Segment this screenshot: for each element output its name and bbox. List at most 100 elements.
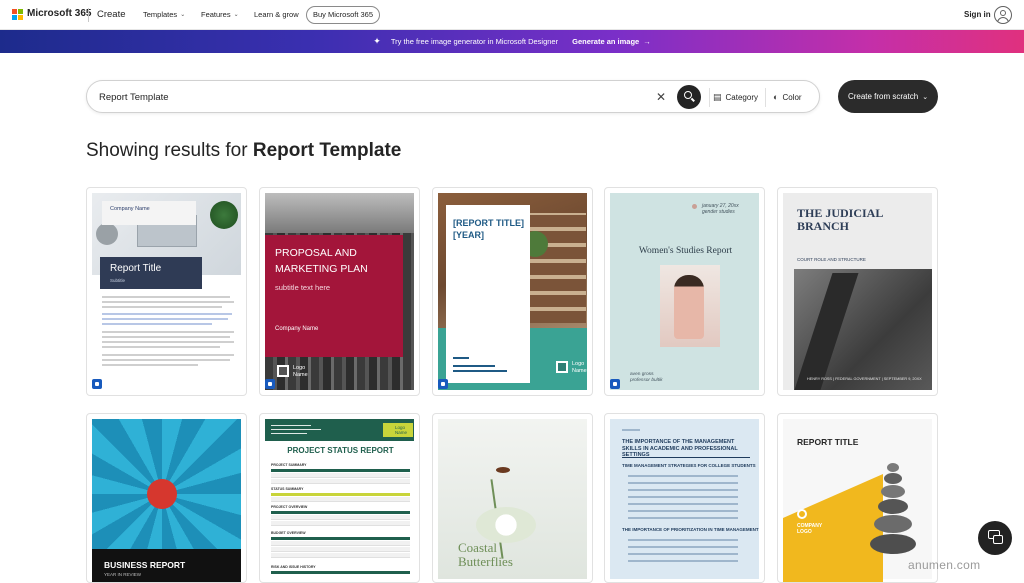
table-row (271, 521, 410, 526)
template-card-proposal-marketing[interactable]: PROPOSAL AND MARKETING PLAN subtitle tex… (259, 187, 420, 396)
section-bar (271, 511, 410, 514)
template-card-business-report[interactable]: BUSINESS REPORT YEAR IN REVIEW (86, 413, 247, 583)
section-bar (271, 469, 410, 472)
template-thumbnail: [REPORT TITLE] [YEAR] Logo Name (438, 193, 587, 390)
text-line (102, 336, 230, 338)
text-line (102, 359, 230, 361)
report-date-block: january 27, 20xx gender studies (702, 203, 739, 215)
template-card-womens-studies[interactable]: january 27, 20xx gender studies Women's … (604, 187, 765, 396)
account-avatar-icon[interactable] (994, 6, 1012, 24)
author-block: aven gross professor bultik (630, 372, 663, 384)
business-report-subtitle: YEAR IN REVIEW (104, 572, 142, 577)
text-line (628, 489, 738, 491)
results-query: Report Template (252, 140, 402, 161)
template-thumbnail: THE JUDICIAL BRANCH COURT ROLE AND STRUC… (783, 193, 932, 390)
search-input[interactable] (99, 90, 639, 105)
site-watermark: anumen.com (908, 558, 981, 572)
sign-in-link[interactable]: Sign in (964, 10, 991, 19)
template-card-management-skills[interactable]: THE IMPORTANCE OF THE MANAGEMENT SKILLS … (604, 413, 765, 583)
text-line (102, 331, 234, 333)
table-row (271, 479, 410, 484)
chevron-down-icon: ⌄ (922, 93, 929, 101)
red-circle-shape (147, 479, 177, 509)
template-card-report-title[interactable]: Company Name Report Title Subtitle (86, 187, 247, 396)
search-button[interactable] (677, 85, 701, 109)
category-icon: ▤ (713, 92, 722, 102)
green-header: Logo Name (265, 419, 414, 441)
template-search-bar: ✕ ▤ Category ◐ Color (86, 80, 820, 113)
text-line (628, 496, 738, 498)
project-overview-label: PROJECT OVERVIEW (271, 505, 308, 509)
table-row (271, 515, 410, 520)
red-title-panel: PROPOSAL AND MARKETING PLAN subtitle tex… (265, 235, 403, 357)
template-card-judicial-branch[interactable]: THE JUDICIAL BRANCH COURT ROLE AND STRUC… (777, 187, 938, 396)
features-menu[interactable]: Features ⌄ (201, 10, 239, 19)
title-box: Report Title Subtitle (100, 257, 202, 289)
feedback-help-button[interactable] (978, 521, 1012, 555)
stone-shape (874, 515, 912, 533)
lamp-shape (96, 223, 118, 245)
word-app-icon (438, 379, 448, 389)
arrow-right-icon[interactable]: → (643, 37, 651, 46)
text-line (102, 346, 220, 348)
avatar-head (1000, 10, 1006, 16)
insect-shape (496, 467, 510, 473)
brand-name[interactable]: Microsoft 365 (27, 8, 91, 19)
text-line (628, 553, 738, 555)
logo-name: Logo Name (383, 423, 413, 437)
project-summary-label: PROJECT SUMMARY (271, 463, 307, 467)
learn-grow-link[interactable]: Learn & grow (254, 10, 299, 19)
time-management-heading: TIME MANAGEMENT STRATEGIES FOR COLLEGE S… (622, 463, 756, 468)
template-card-report-year[interactable]: [REPORT TITLE] [YEAR] Logo Name (432, 187, 593, 396)
microsoft-logo-icon[interactable] (12, 9, 23, 20)
banner-text: Try the free image generator in Microsof… (390, 37, 559, 46)
table-row (271, 541, 410, 546)
decor-dot (692, 204, 697, 209)
template-card-coastal-butterflies[interactable]: Coastal Butterflies (432, 413, 593, 583)
results-prefix: Showing results for (86, 140, 248, 161)
report-subtitle: Subtitle (110, 278, 126, 283)
buy-microsoft-365-button[interactable]: Buy Microsoft 365 (306, 6, 381, 24)
generate-image-link[interactable]: Generate an image (572, 37, 639, 46)
text-line (102, 301, 234, 303)
text-line (453, 365, 495, 367)
stone-shape (884, 473, 902, 484)
text-line (102, 313, 232, 315)
template-thumbnail: Coastal Butterflies (438, 419, 587, 582)
category-filter[interactable]: ▤ Category (713, 92, 758, 103)
text-line (271, 433, 307, 434)
magic-wand-icon: ✦ (373, 36, 381, 46)
logo-name: Logo Name (293, 365, 308, 378)
prioritization-heading: THE IMPORTANCE OF PRIORITIZATION IN TIME… (622, 527, 759, 532)
person-shape (674, 275, 704, 339)
chevron-down-icon: ⌄ (233, 12, 239, 18)
template-card-project-status[interactable]: Logo Name PROJECT STATUS REPORT PROJECT … (259, 413, 420, 583)
template-thumbnail: PROPOSAL AND MARKETING PLAN subtitle tex… (265, 193, 414, 390)
templates-menu[interactable]: Templates ⌄ (143, 10, 185, 19)
proposal-subtitle: subtitle text here (275, 283, 331, 292)
create-from-scratch-label: Create from scratch (847, 92, 919, 101)
palette-icon: ◐ (773, 92, 779, 102)
designer-promo-banner: ✦ Try the free image generator in Micros… (0, 30, 1024, 53)
report-title-year: [REPORT TITLE] [YEAR] (453, 218, 524, 240)
text-line (453, 370, 507, 372)
nav-divider (88, 8, 89, 22)
create-from-scratch-button[interactable]: Create from scratch ⌄ (838, 80, 938, 113)
text-line (628, 503, 738, 505)
company-logo-text: COMPANY LOGO (797, 523, 823, 535)
text-line (102, 354, 234, 356)
create-link[interactable]: Create (97, 9, 126, 20)
report-title: REPORT TITLE (797, 437, 859, 447)
text-line (622, 429, 640, 431)
stone-shape (870, 534, 916, 554)
text-line (271, 425, 311, 426)
table-row (271, 547, 410, 552)
report-title: Report Title (110, 263, 162, 274)
color-filter[interactable]: ◐ Color (773, 92, 802, 102)
clear-search-icon[interactable]: ✕ (656, 90, 666, 104)
company-name: Company Name (275, 326, 319, 332)
templates-menu-label: Templates (143, 10, 178, 19)
word-app-icon (92, 379, 102, 389)
filter-divider (709, 88, 710, 107)
text-line (628, 482, 738, 484)
